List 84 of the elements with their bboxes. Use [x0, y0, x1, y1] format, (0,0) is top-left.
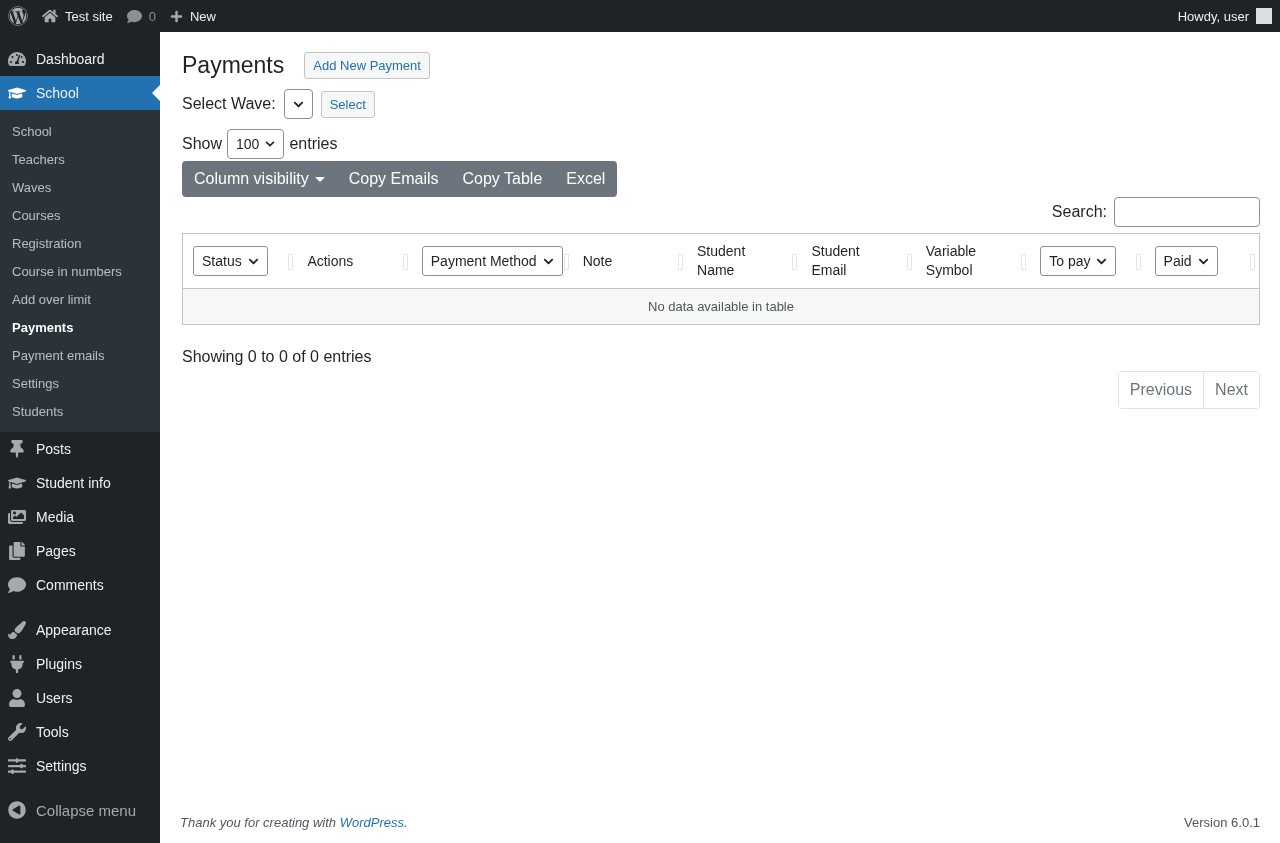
sidebar-item[interactable]: Plugins [0, 647, 160, 681]
column-filter-select[interactable]: Status [193, 246, 268, 276]
plug-icon [8, 655, 26, 673]
sidebar-item[interactable]: Settings [0, 749, 160, 783]
submenu-item[interactable]: Registration [0, 229, 160, 257]
column-header[interactable]: Note [582, 251, 653, 271]
sort-icon[interactable] [288, 254, 294, 270]
chevron-icon [265, 139, 276, 149]
sort-icon[interactable] [678, 254, 683, 270]
sidebar-item[interactable]: Posts [0, 432, 160, 466]
toolbar-button[interactable]: Copy Emails [336, 161, 451, 197]
sort-icon[interactable] [906, 254, 912, 270]
wave-label: Select Wave: [182, 95, 276, 113]
page-title: Payments [182, 52, 285, 79]
gauge-icon [8, 50, 26, 68]
submenu-item[interactable]: Settings [0, 369, 160, 397]
select-button[interactable]: Select [320, 90, 375, 118]
collapse-icon [8, 801, 26, 819]
submenu-item[interactable]: Payments [0, 313, 160, 341]
column-header[interactable]: Student Email [811, 242, 882, 280]
submenu-item[interactable]: Payment emails [0, 341, 160, 369]
submenu-item[interactable]: Add over limit [0, 285, 160, 313]
dropdown-button[interactable]: Column visibility [182, 161, 337, 197]
home-icon [42, 8, 58, 24]
version-text: Version 6.0.1 [1184, 815, 1260, 830]
wrench-icon [8, 723, 26, 741]
submenu-item[interactable]: Waves [0, 173, 160, 201]
sidebar-item[interactable]: Appearance [0, 613, 160, 647]
add-new-button[interactable]: Add New Payment [304, 52, 430, 79]
empty-table-message: No data available in table [183, 289, 1259, 324]
sort-icon[interactable] [792, 254, 798, 270]
submenu-item[interactable]: Courses [0, 201, 160, 229]
sidebar-item[interactable]: School [0, 76, 160, 110]
search-label: Search: [1051, 203, 1107, 221]
pin-icon [8, 440, 26, 458]
brush-icon [8, 621, 26, 639]
sidebar-item[interactable]: Tools [0, 715, 160, 749]
column-filter-select[interactable]: Payment Method [421, 246, 563, 276]
entries-info: Showing 0 to 0 of 0 entries [182, 348, 373, 366]
sort-icon[interactable] [1250, 254, 1255, 270]
search-field[interactable] [1114, 197, 1260, 227]
caret-icon [314, 176, 325, 182]
page-button[interactable]: Next [1203, 372, 1259, 408]
wave-select[interactable] [283, 89, 313, 119]
entries-select[interactable]: 100 [227, 129, 285, 159]
submenu-item[interactable]: School [0, 117, 160, 145]
sidebar-item[interactable]: Student info [0, 466, 160, 500]
avatar-icon [1256, 8, 1272, 24]
wordpress-logo-icon[interactable] [8, 6, 28, 26]
sort-icon[interactable] [1135, 254, 1141, 270]
sliders-icon [8, 757, 26, 775]
sort-icon[interactable] [563, 254, 569, 270]
sidebar-item[interactable]: Dashboard [0, 42, 160, 76]
account-link[interactable]: Howdy, user [1177, 8, 1272, 24]
column-filter-select[interactable]: Paid [1154, 246, 1218, 276]
comment-icon [8, 576, 26, 594]
sidebar-item[interactable]: Pages [0, 534, 160, 568]
comment-icon [126, 8, 142, 24]
new-link[interactable]: New [169, 8, 216, 24]
column-header[interactable]: Actions [307, 251, 378, 271]
sidebar-item[interactable]: Users [0, 681, 160, 715]
sidebar-item[interactable]: Media [0, 500, 160, 534]
sidebar-item[interactable]: Comments [0, 568, 160, 602]
comments-link[interactable]: 0 [126, 8, 156, 24]
submenu-item[interactable]: Teachers [0, 145, 160, 173]
collapse-menu-button[interactable]: Collapse menu [0, 793, 160, 827]
entries-label: entries [289, 135, 338, 153]
submenu-item[interactable]: Students [0, 397, 160, 425]
site-link[interactable]: Test site [42, 8, 113, 24]
column-header[interactable]: Student Name [697, 242, 767, 280]
column-filter-select[interactable]: To pay [1040, 246, 1117, 276]
footer-text: Thank you for creating with WordPress. [180, 815, 408, 830]
plus-icon [169, 9, 183, 23]
sort-icon[interactable] [1021, 254, 1027, 270]
submenu-item[interactable]: Course in numbers [0, 257, 160, 285]
wordpress-link[interactable]: WordPress [339, 815, 404, 830]
show-label: Show [182, 135, 223, 153]
toolbar-button[interactable]: Copy Table [450, 161, 555, 197]
toolbar-button[interactable]: Excel [554, 161, 618, 197]
user-icon [8, 689, 26, 707]
media-icon [8, 508, 26, 526]
sort-icon[interactable] [402, 254, 408, 270]
pages-icon [8, 542, 26, 560]
column-header[interactable]: Variable Symbol [925, 242, 996, 280]
